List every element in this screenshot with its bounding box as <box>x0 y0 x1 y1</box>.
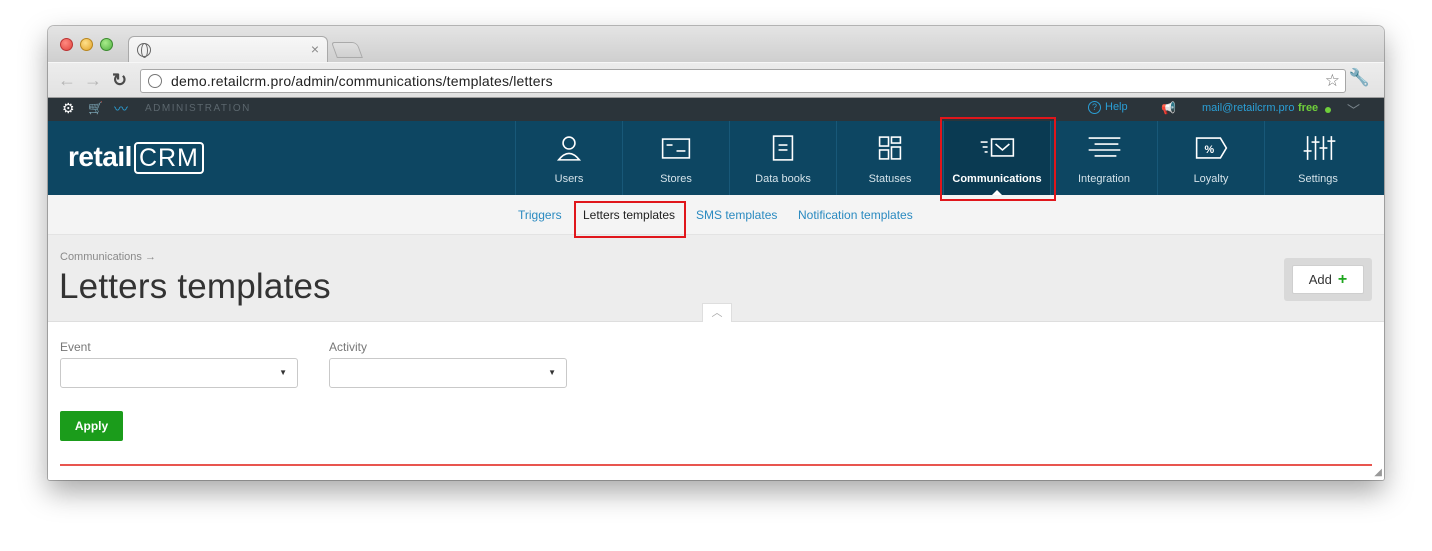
logo-mark: CRM <box>133 142 204 174</box>
sliders-icon <box>1303 136 1336 160</box>
event-select[interactable]: ▼ <box>60 358 298 388</box>
plan-badge: free <box>1298 102 1319 114</box>
statuses-icon <box>878 136 902 160</box>
chevron-down-icon[interactable]: ﹀ <box>1347 100 1360 119</box>
apply-button[interactable]: Apply <box>60 411 123 441</box>
nav-item-stores[interactable]: Stores <box>622 121 729 195</box>
user-email[interactable]: mail@retailcrm.pro <box>1202 102 1294 114</box>
nav-label: Settings <box>1298 173 1338 185</box>
main-nav: retail CRM Users Stores Data books Status… <box>48 121 1384 195</box>
chevron-up-icon: ︿ <box>711 307 723 319</box>
filter-panel: Event ▼ Activity ▼ Apply ◢ <box>48 322 1384 480</box>
nav-label: Statuses <box>868 173 912 185</box>
address-bar[interactable]: demo.retailcrm.pro/admin/communications/… <box>140 69 1346 93</box>
cart-icon[interactable]: 🛒 <box>88 101 103 115</box>
activity-select[interactable]: ▼ <box>329 358 567 388</box>
tab-close-icon[interactable]: × <box>311 41 319 57</box>
admin-bar: ⚙ 🛒 〰 ADMINISTRATION ? Help 📢 mail@retail… <box>48 98 1384 121</box>
dropdown-arrow-icon: ▼ <box>548 368 556 377</box>
browser-tab[interactable]: × <box>128 36 328 63</box>
logo-text: retail <box>68 141 132 172</box>
page-header: Communications → Letters templates Add + … <box>48 235 1384 322</box>
divider-line <box>60 464 1372 466</box>
nav-label: Users <box>554 173 584 185</box>
svg-text:%: % <box>1205 144 1215 156</box>
store-icon <box>661 138 691 159</box>
browser-toolbar: ← → ↻ demo.retailcrm.pro/admin/communica… <box>48 62 1384 98</box>
help-link[interactable]: ? Help <box>1088 101 1128 114</box>
nav-label: Loyalty <box>1193 173 1229 185</box>
admin-section-label: ADMINISTRATION <box>145 103 251 114</box>
nav-item-integration[interactable]: Integration <box>1050 121 1157 195</box>
add-button-wrapper: Add + <box>1284 258 1372 301</box>
close-window-button[interactable] <box>60 38 73 51</box>
globe-icon <box>137 43 151 58</box>
highlight-box-letters-templates <box>574 201 686 238</box>
new-tab-button[interactable] <box>331 42 363 58</box>
title-bar: × <box>48 26 1384 63</box>
user-icon <box>556 136 582 161</box>
bookmark-star-icon[interactable]: ☆ <box>1325 71 1340 91</box>
breadcrumb[interactable]: Communications → <box>60 251 156 263</box>
minimize-window-button[interactable] <box>80 38 93 51</box>
add-button[interactable]: Add + <box>1292 265 1364 294</box>
megaphone-icon[interactable]: 📢 <box>1161 101 1176 115</box>
zoom-window-button[interactable] <box>100 38 113 51</box>
retailcrm-logo[interactable]: retail CRM <box>68 141 204 174</box>
browser-window: × ← → ↻ demo.retailcrm.pro/admin/communi… <box>48 26 1384 480</box>
collapse-header-button[interactable]: ︿ <box>702 303 732 322</box>
nav-item-users[interactable]: Users <box>515 121 622 195</box>
page-title: Letters templates <box>59 267 331 306</box>
resize-grip-icon[interactable]: ◢ <box>1374 467 1382 478</box>
plus-icon: + <box>1337 271 1348 288</box>
nav-label: Data books <box>755 173 811 185</box>
tab-sms-templates[interactable]: SMS templates <box>696 208 777 222</box>
nav-item-data-books[interactable]: Data books <box>729 121 836 195</box>
nav-item-statuses[interactable]: Statuses <box>836 121 943 195</box>
site-info-icon[interactable] <box>148 74 162 88</box>
nav-label: Integration <box>1078 173 1130 185</box>
event-label: Event <box>60 340 91 354</box>
wrench-menu-icon[interactable]: 🔧 <box>1349 68 1370 88</box>
url-text[interactable]: demo.retailcrm.pro/admin/communications/… <box>171 73 553 89</box>
nav-item-loyalty[interactable]: % Loyalty <box>1157 121 1264 195</box>
tab-notification-templates[interactable]: Notification templates <box>798 208 913 222</box>
sub-nav: Triggers Letters templates SMS templates… <box>48 195 1384 235</box>
add-label: Add <box>1308 272 1332 287</box>
forward-arrow-icon[interactable]: → <box>84 69 102 91</box>
gear-icon[interactable]: ⚙ <box>62 100 75 117</box>
status-dot <box>1325 107 1331 113</box>
nav-label: Stores <box>660 173 692 185</box>
question-icon: ? <box>1088 101 1101 114</box>
back-arrow-icon[interactable]: ← <box>58 69 76 91</box>
help-label: Help <box>1105 101 1128 113</box>
book-icon <box>772 135 794 161</box>
tab-triggers[interactable]: Triggers <box>518 208 562 222</box>
highlight-box-communications <box>940 117 1056 201</box>
activity-label: Activity <box>329 340 368 354</box>
reload-icon[interactable]: ↻ <box>112 69 127 91</box>
analytics-icon[interactable]: 〰 <box>114 99 128 119</box>
percent-tag-icon: % <box>1195 137 1228 159</box>
integration-icon <box>1088 137 1121 157</box>
nav-item-settings[interactable]: Settings <box>1264 121 1371 195</box>
dropdown-arrow-icon: ▼ <box>279 368 287 377</box>
